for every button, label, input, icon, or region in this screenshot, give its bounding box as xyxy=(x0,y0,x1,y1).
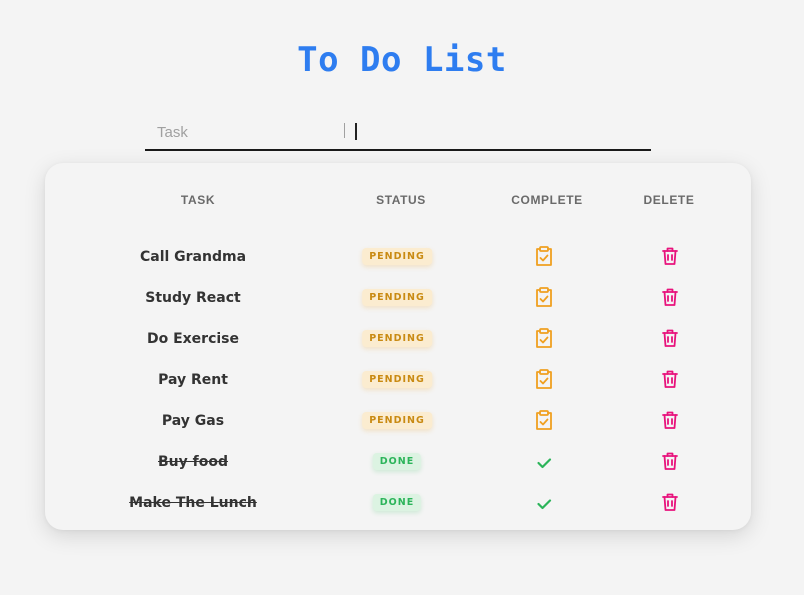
delete-trash-icon[interactable] xyxy=(661,245,679,267)
header-complete: COMPLETE xyxy=(511,193,583,207)
task-name: Study React xyxy=(145,290,241,306)
complete-checkmark-icon[interactable] xyxy=(535,491,553,513)
status-badge: PENDING xyxy=(362,330,432,347)
status-badge: DONE xyxy=(372,453,422,470)
delete-trash-icon[interactable] xyxy=(661,286,679,308)
task-name: Pay Gas xyxy=(161,413,225,429)
status-badge: PENDING xyxy=(362,371,432,388)
delete-trash-icon[interactable] xyxy=(661,327,679,349)
delete-trash-icon[interactable] xyxy=(661,409,679,431)
table-row: Make The Lunch DONE xyxy=(45,485,751,526)
task-name: Call Grandma xyxy=(139,249,247,265)
table-row: Study React PENDING xyxy=(45,280,751,321)
todo-table-card: TASK STATUS COMPLETE DELETE Call Grandma… xyxy=(45,163,751,530)
table-row: Call Grandma PENDING xyxy=(45,239,751,280)
complete-clipboard-icon[interactable] xyxy=(535,245,553,267)
table-row: Do Exercise PENDING xyxy=(45,321,751,362)
page-title: To Do List xyxy=(297,40,507,80)
status-badge: PENDING xyxy=(362,412,432,429)
text-cursor xyxy=(355,123,357,140)
status-badge: DONE xyxy=(372,494,422,511)
status-badge: PENDING xyxy=(362,248,432,265)
complete-clipboard-icon[interactable] xyxy=(535,409,553,431)
complete-clipboard-icon[interactable] xyxy=(535,368,553,390)
delete-trash-icon[interactable] xyxy=(661,450,679,472)
task-input-wrapper xyxy=(145,115,651,151)
header-task: TASK xyxy=(180,193,216,207)
task-name: Do Exercise xyxy=(146,331,240,347)
header-delete: DELETE xyxy=(643,193,695,207)
delete-trash-icon[interactable] xyxy=(661,368,679,390)
table-row: Buy food DONE xyxy=(45,444,751,485)
task-name: Buy food xyxy=(158,454,228,470)
input-cursor-mark xyxy=(344,123,345,138)
task-name: Make The Lunch xyxy=(129,495,257,511)
delete-trash-icon[interactable] xyxy=(661,491,679,513)
complete-checkmark-icon[interactable] xyxy=(535,450,553,472)
table-row: Pay Rent PENDING xyxy=(45,362,751,403)
table-row: Pay Gas PENDING xyxy=(45,403,751,444)
complete-clipboard-icon[interactable] xyxy=(535,327,553,349)
task-name: Pay Rent xyxy=(158,372,228,388)
status-badge: PENDING xyxy=(362,289,432,306)
header-status: STATUS xyxy=(376,193,426,207)
complete-clipboard-icon[interactable] xyxy=(535,286,553,308)
task-input[interactable] xyxy=(145,115,651,149)
